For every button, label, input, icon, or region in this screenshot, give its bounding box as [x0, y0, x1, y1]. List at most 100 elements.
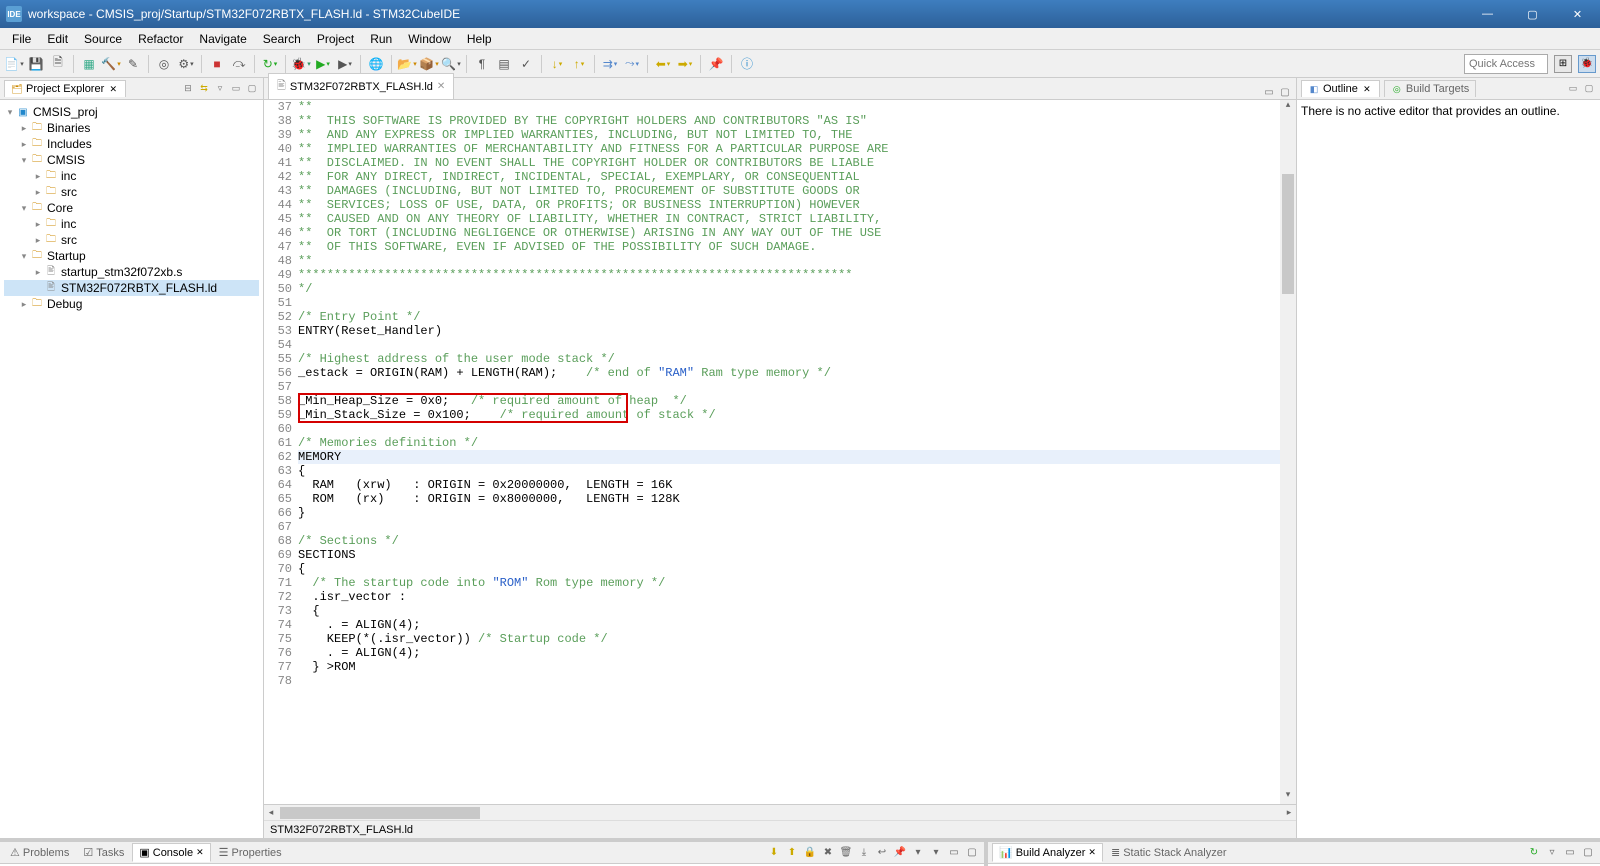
console-pin-icon[interactable]: 📌 — [892, 845, 908, 861]
close-button[interactable]: ✕ — [1555, 0, 1600, 28]
ba-min-icon[interactable]: ▭ — [1562, 845, 1578, 861]
tab-properties[interactable]: ☰Properties — [213, 844, 288, 861]
menu-search[interactable]: Search — [255, 30, 309, 48]
ba-refresh-icon[interactable]: ↻ — [1526, 845, 1542, 861]
menu-navigate[interactable]: Navigate — [191, 30, 254, 48]
step-icon[interactable]: ⤳ — [622, 54, 642, 74]
console-next-icon[interactable]: ⬇ — [766, 845, 782, 861]
gear-icon[interactable]: ⚙ — [176, 54, 196, 74]
editor-vscroll[interactable]: ▴ ▾ — [1280, 100, 1296, 804]
ba-menu-icon[interactable]: ▿ — [1544, 845, 1560, 861]
tree-debug[interactable]: Debug — [47, 297, 82, 311]
tree-core[interactable]: Core — [47, 201, 73, 215]
console-lock-icon[interactable]: 🔒 — [802, 845, 818, 861]
fwd-icon[interactable]: ➡ — [675, 54, 695, 74]
tree-binaries[interactable]: Binaries — [47, 121, 90, 135]
run-icon[interactable]: ▶ — [313, 54, 333, 74]
run-ext-icon[interactable]: ▶ — [335, 54, 355, 74]
search-icon[interactable]: 🔍 — [441, 54, 461, 74]
menu-source[interactable]: Source — [76, 30, 130, 48]
info-icon[interactable]: ⓘ — [737, 54, 757, 74]
wand-icon[interactable]: ✎ — [123, 54, 143, 74]
maximize-view-icon[interactable]: ▢ — [245, 82, 259, 96]
console-open-icon[interactable]: ▾ — [928, 845, 944, 861]
outline-min-icon[interactable]: ▭ — [1566, 82, 1580, 96]
close-tab-icon[interactable]: ✕ — [437, 81, 445, 92]
console-clear-icon[interactable]: ✖ — [820, 845, 836, 861]
perspective-debug[interactable]: 🐞 — [1578, 55, 1596, 73]
next-annot-icon[interactable]: ↓ — [547, 54, 567, 74]
maximize-button[interactable]: ▢ — [1510, 0, 1555, 28]
open-type-icon[interactable]: 📂 — [397, 54, 417, 74]
refresh-icon[interactable]: ↻ — [260, 54, 280, 74]
menu-run[interactable]: Run — [362, 30, 400, 48]
tab-console[interactable]: ▣Console ✕ — [132, 843, 210, 862]
debug-icon[interactable]: 🐞 — [291, 54, 311, 74]
ba-max-icon[interactable]: ▢ — [1580, 845, 1596, 861]
target-icon[interactable]: ◎ — [154, 54, 174, 74]
stop-icon[interactable]: ■ — [207, 54, 227, 74]
tab-problems[interactable]: ⚠Problems — [4, 844, 75, 861]
close-outline-icon[interactable]: ✕ — [1361, 83, 1373, 95]
outline-max-icon[interactable]: ▢ — [1582, 82, 1596, 96]
filter-icon[interactable]: ▿ — [213, 82, 227, 96]
skip-icon[interactable]: ⤼ — [229, 54, 249, 74]
menu-help[interactable]: Help — [459, 30, 500, 48]
menu-window[interactable]: Window — [400, 30, 459, 48]
save-all-icon[interactable]: 🗎 — [48, 54, 68, 74]
perspective-cpp[interactable]: ⊞ — [1554, 55, 1572, 73]
tree-project[interactable]: CMSIS_proj — [33, 105, 98, 119]
mark-icon[interactable]: ✓ — [516, 54, 536, 74]
tab-tasks[interactable]: ☑Tasks — [77, 844, 130, 861]
tree-cmsis-src[interactable]: src — [61, 185, 77, 199]
tree-startup-ld[interactable]: STM32F072RBTX_FLASH.ld — [61, 281, 217, 295]
menu-refactor[interactable]: Refactor — [130, 30, 191, 48]
menu-project[interactable]: Project — [309, 30, 362, 48]
tree-cmsis-inc[interactable]: inc — [61, 169, 76, 183]
view-menu-icon[interactable]: ▭ — [229, 82, 243, 96]
build-icon[interactable]: 🔨 — [101, 54, 121, 74]
editor-hscroll[interactable]: ◂▸ — [264, 804, 1296, 820]
console-wrap-icon[interactable]: ↩ — [874, 845, 890, 861]
cube-icon[interactable]: ▦ — [79, 54, 99, 74]
menu-edit[interactable]: Edit — [39, 30, 76, 48]
project-explorer-tab[interactable]: 🗂 Project Explorer ✕ — [4, 80, 126, 97]
link-editor-icon[interactable]: ⇆ — [197, 82, 211, 96]
console-min-icon[interactable]: ▭ — [946, 845, 962, 861]
control-flow-icon[interactable]: ⇉ — [600, 54, 620, 74]
tree-core-src[interactable]: src — [61, 233, 77, 247]
prev-annot-icon[interactable]: ↑ — [569, 54, 589, 74]
tree-core-inc[interactable]: inc — [61, 217, 76, 231]
quick-access-input[interactable] — [1464, 54, 1548, 74]
console-scroll-icon[interactable]: ⤓ — [856, 845, 872, 861]
menu-file[interactable]: File — [4, 30, 39, 48]
minimize-button[interactable]: — — [1465, 0, 1510, 28]
tree-includes[interactable]: Includes — [47, 137, 92, 151]
editor-min-icon[interactable]: ▭ — [1262, 85, 1276, 99]
save-icon[interactable]: 💾 — [26, 54, 46, 74]
new-icon[interactable]: 📄 — [4, 54, 24, 74]
globe-icon[interactable]: 🌐 — [366, 54, 386, 74]
pin-icon[interactable]: 📌 — [706, 54, 726, 74]
outline-toggle-icon[interactable]: ¶ — [472, 54, 492, 74]
outline-tab[interactable]: ◧ Outline ✕ — [1301, 80, 1380, 97]
console-display-icon[interactable]: ▾ — [910, 845, 926, 861]
project-tree[interactable]: ▾▣CMSIS_proj ▸🗀Binaries ▸🗀Includes ▾🗀CMS… — [4, 104, 259, 312]
tree-startup-s[interactable]: startup_stm32f072xb.s — [61, 265, 182, 279]
close-view-icon[interactable]: ✕ — [107, 83, 119, 95]
tree-startup[interactable]: Startup — [47, 249, 86, 263]
back-icon[interactable]: ⬅ — [653, 54, 673, 74]
console-remove-icon[interactable]: 🗑 — [838, 845, 854, 861]
block-icon[interactable]: ▤ — [494, 54, 514, 74]
editor-max-icon[interactable]: ▢ — [1278, 85, 1292, 99]
console-prev-icon[interactable]: ⬆ — [784, 845, 800, 861]
code-editor[interactable]: 3738394041424344454647484950515253545556… — [264, 100, 1296, 804]
collapse-all-icon[interactable]: ⊟ — [181, 82, 195, 96]
tab-build-analyzer[interactable]: 📊Build Analyzer ✕ — [992, 843, 1103, 862]
tree-cmsis[interactable]: CMSIS — [47, 153, 85, 167]
editor-tab[interactable]: 🖹 STM32F072RBTX_FLASH.ld ✕ — [268, 73, 454, 99]
package-icon[interactable]: 📦 — [419, 54, 439, 74]
build-targets-tab[interactable]: ◎ Build Targets — [1384, 80, 1476, 97]
console-max-icon[interactable]: ▢ — [964, 845, 980, 861]
tab-static-stack[interactable]: ≣Static Stack Analyzer — [1105, 844, 1233, 861]
